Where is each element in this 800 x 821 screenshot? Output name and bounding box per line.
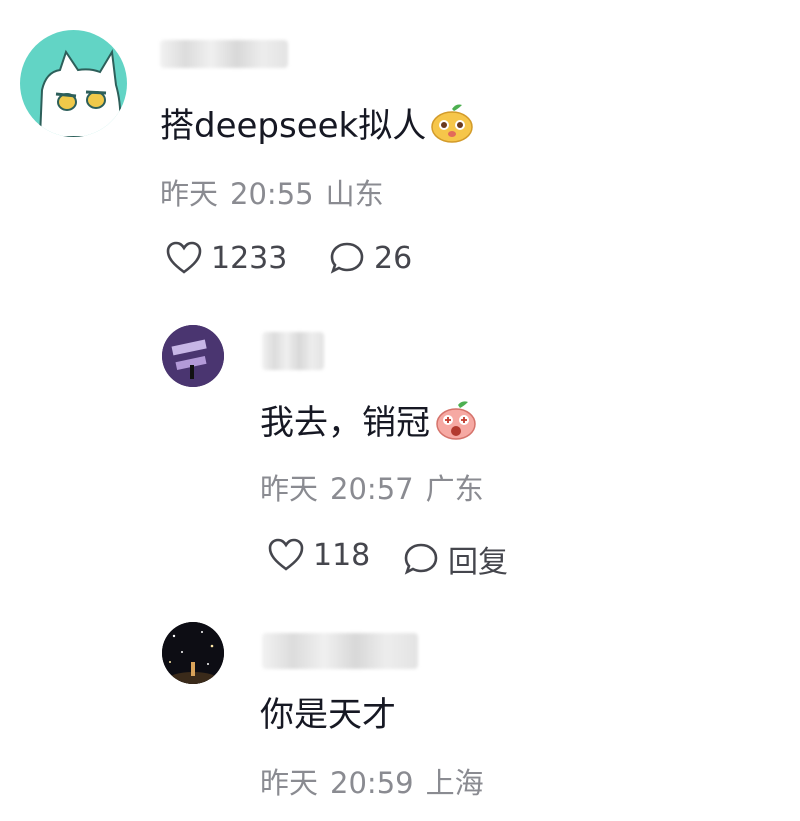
like-button[interactable]: 1233 bbox=[165, 240, 287, 276]
comment-date: 昨天 bbox=[260, 766, 319, 800]
peach-shocked-emoji bbox=[434, 400, 478, 449]
comment-time: 20:59 bbox=[330, 766, 414, 800]
avatar[interactable] bbox=[162, 325, 224, 387]
comment-location: 山东 bbox=[325, 177, 384, 211]
comment-time: 20:55 bbox=[230, 177, 314, 211]
username[interactable] bbox=[160, 40, 288, 68]
reply-button[interactable]: 26 bbox=[328, 240, 412, 276]
comment-date: 昨天 bbox=[260, 472, 319, 506]
comment-bubble-icon bbox=[402, 541, 440, 577]
mango-face-emoji bbox=[430, 103, 474, 152]
reply-label: 回复 bbox=[448, 545, 508, 580]
avatar[interactable] bbox=[162, 622, 224, 684]
avatar[interactable] bbox=[20, 30, 127, 137]
heart-icon bbox=[267, 537, 305, 573]
comment-meta: 昨天 20:59 上海 bbox=[260, 766, 496, 800]
comment-meta: 昨天 20:57 广东 bbox=[260, 472, 496, 506]
comment-bubble-icon bbox=[328, 240, 366, 276]
like-count: 1233 bbox=[211, 240, 288, 276]
comment-time: 20:57 bbox=[330, 472, 414, 506]
comment-location: 上海 bbox=[425, 766, 484, 800]
comment-location: 广东 bbox=[425, 472, 484, 506]
like-count: 118 bbox=[313, 537, 371, 573]
username[interactable] bbox=[262, 332, 324, 370]
like-button[interactable]: 118 bbox=[267, 537, 370, 573]
comment-date: 昨天 bbox=[160, 177, 219, 211]
comment-text: 你是天才 bbox=[260, 695, 396, 735]
username[interactable] bbox=[262, 633, 418, 669]
comment-text: 搭deepseek拟人 bbox=[160, 103, 474, 152]
reply-button[interactable]: 回复 bbox=[402, 537, 508, 581]
heart-icon bbox=[165, 240, 203, 276]
comment-text: 我去，销冠 bbox=[260, 400, 478, 449]
reply-count: 26 bbox=[374, 240, 413, 276]
comment-meta: 昨天 20:55 山东 bbox=[160, 177, 396, 211]
